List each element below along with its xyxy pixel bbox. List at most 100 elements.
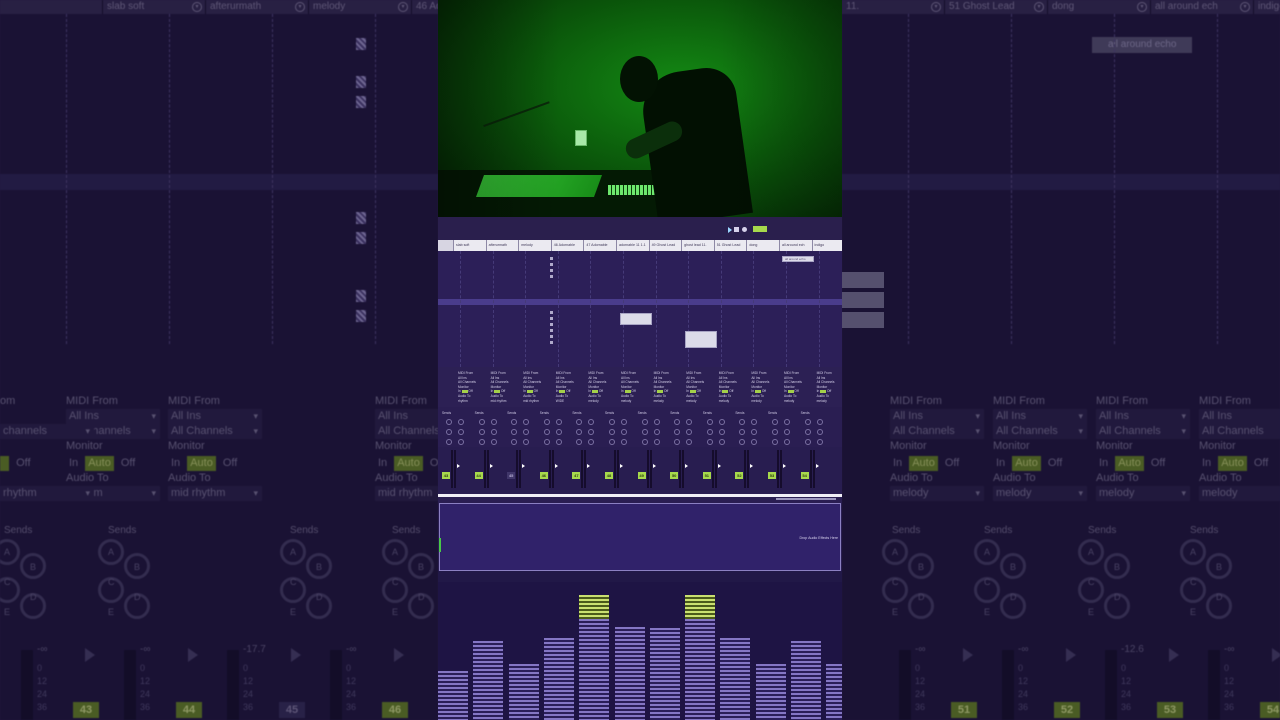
monitor-off-button[interactable]: Off [427, 456, 438, 471]
send-knob[interactable] [446, 429, 452, 435]
send-knob[interactable] [706, 439, 713, 445]
output-select[interactable]: melody [654, 399, 684, 404]
monitor-in-button[interactable]: In [375, 456, 390, 471]
view-divider[interactable] [438, 494, 842, 497]
volume-readout[interactable]: -∞ [1224, 644, 1234, 655]
clip-slot[interactable]: all around echo [782, 256, 814, 262]
send-knob[interactable] [511, 439, 518, 445]
output-select[interactable]: melody [719, 399, 749, 404]
send-knob[interactable] [641, 419, 648, 425]
send-knob[interactable] [555, 419, 562, 425]
fader-handle-icon[interactable] [963, 648, 973, 662]
send-knob[interactable] [706, 429, 713, 435]
fader-handle-icon[interactable] [188, 648, 198, 662]
track-activator-number[interactable]: 51 [951, 702, 977, 718]
send-knob[interactable] [458, 429, 464, 435]
fader-handle-icon[interactable] [620, 464, 623, 468]
send-knob[interactable] [490, 419, 497, 425]
output-select[interactable]: melody [784, 399, 814, 404]
output-select[interactable]: melody [686, 399, 716, 404]
stop-button-icon[interactable] [550, 269, 553, 272]
send-knob[interactable] [555, 439, 562, 445]
stop-button-icon[interactable] [550, 311, 553, 314]
send-knob[interactable] [576, 439, 583, 445]
chevron-down-icon[interactable]: ▾ [1240, 2, 1250, 12]
output-select[interactable]: mid rhythm [168, 486, 262, 501]
chevron-down-icon[interactable]: ▾ [192, 2, 202, 12]
background-track-header[interactable]: 51 Ghost Lead ▾ [945, 0, 1048, 14]
fader-handle-icon[interactable] [291, 648, 301, 662]
input-select[interactable] [0, 409, 100, 424]
channel-select[interactable]: All Channels [1096, 424, 1190, 439]
send-knob[interactable] [772, 429, 778, 435]
track-activator-number[interactable]: 53 [1157, 702, 1183, 718]
send-knob[interactable] [784, 429, 790, 435]
stop-button-icon[interactable] [356, 76, 366, 88]
monitor-auto-button[interactable]: Auto [1115, 456, 1144, 471]
send-knob[interactable] [641, 439, 648, 445]
volume-readout[interactable]: -∞ [37, 644, 47, 655]
input-select[interactable]: All Ins [375, 409, 438, 424]
send-knob[interactable] [718, 439, 725, 445]
track-header[interactable]: 47 Adornable [584, 240, 617, 251]
send-knob[interactable] [609, 439, 615, 445]
background-track-header[interactable]: 46 Adornable▾ [412, 0, 438, 14]
input-select[interactable]: All Ins [993, 409, 1087, 424]
track-activator-number[interactable]: 49 [637, 472, 646, 479]
send-knob[interactable] [706, 419, 713, 425]
fader-handle-icon[interactable] [815, 464, 819, 468]
track-activator-number[interactable]: 46 [539, 472, 548, 479]
send-knob[interactable] [739, 429, 746, 435]
track-header[interactable]: afterurmath [486, 240, 520, 251]
send-knob[interactable] [686, 439, 693, 445]
chevron-down-icon[interactable]: ▾ [1034, 2, 1044, 12]
monitor-off-button[interactable]: Off [663, 389, 668, 393]
chevron-down-icon[interactable]: ▾ [398, 2, 408, 12]
send-knob[interactable] [458, 439, 464, 445]
chevron-down-icon[interactable]: ▾ [931, 2, 941, 12]
track-activator-number[interactable]: 45 [279, 702, 305, 718]
send-knob[interactable] [653, 419, 660, 425]
output-select[interactable]: WIDE [556, 399, 586, 404]
send-knob[interactable] [490, 429, 497, 435]
track-activator-number[interactable]: 54 [1260, 702, 1280, 718]
monitor-in-button[interactable]: In [1096, 456, 1111, 471]
horizontal-scrollbar[interactable] [776, 498, 836, 500]
send-knob[interactable] [686, 429, 693, 435]
stop-button-icon[interactable] [550, 257, 553, 260]
send-knob[interactable] [523, 429, 530, 435]
track-activator-number[interactable]: 53 [768, 472, 776, 479]
monitor-auto-button[interactable]: Auto [187, 456, 216, 471]
monitor-off-button[interactable]: Off [761, 389, 766, 393]
background-track-header[interactable]: dong ▾ [1048, 0, 1151, 14]
stop-button-icon[interactable] [356, 290, 366, 302]
send-knob[interactable] [674, 419, 681, 425]
send-knob[interactable] [523, 439, 530, 445]
monitor-off-button[interactable]: Off [696, 389, 701, 393]
monitor-auto-button[interactable]: Auto [394, 456, 423, 471]
send-knob[interactable] [588, 439, 595, 445]
monitor-off-button[interactable]: Off [118, 456, 138, 471]
channel-select[interactable]: All Channels [375, 424, 438, 439]
monitor-off-button[interactable]: Off [468, 389, 472, 393]
monitor-auto-button[interactable] [0, 456, 10, 471]
output-select[interactable]: mid rhythm [375, 486, 438, 501]
volume-readout[interactable]: -∞ [346, 644, 356, 655]
monitor-auto-button[interactable]: Auto [909, 456, 938, 471]
send-knob[interactable] [621, 419, 627, 425]
clip-slot[interactable] [620, 313, 652, 325]
send-knob[interactable] [784, 439, 790, 445]
monitor-in-button[interactable]: In [890, 456, 905, 471]
fader-handle-icon[interactable] [1169, 648, 1179, 662]
stop-button-icon[interactable] [550, 335, 553, 338]
output-select[interactable]: rhythm [458, 399, 488, 404]
send-knob[interactable] [458, 419, 464, 425]
input-select[interactable]: All Ins [1096, 409, 1190, 424]
send-knob[interactable] [609, 419, 615, 425]
output-select[interactable]: melody [890, 486, 984, 501]
fader-handle-icon[interactable] [685, 464, 689, 468]
track-header[interactable]: 46 Adornable [551, 240, 585, 251]
monitor-off-button[interactable]: Off [942, 456, 962, 471]
track-activator-number[interactable]: 44 [474, 472, 483, 479]
track-activator-number[interactable]: 46 [382, 702, 408, 718]
